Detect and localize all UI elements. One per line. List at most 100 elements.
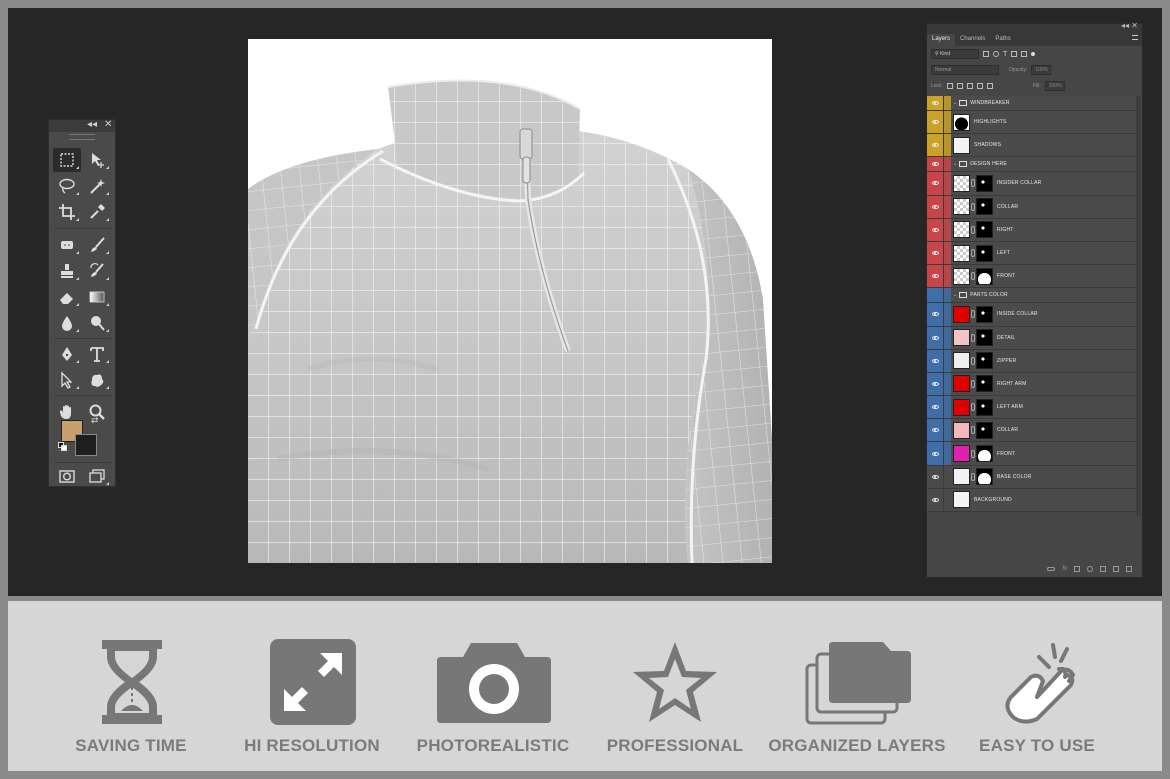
visibility-toggle[interactable] [927, 303, 943, 326]
filter-toggle-icon[interactable] [1031, 52, 1036, 56]
visibility-toggle[interactable] [927, 396, 943, 419]
layer-mask-thumbnail[interactable] [976, 421, 993, 439]
layer-row[interactable]: LEFT [927, 241, 1137, 266]
layer-row[interactable]: INSIDE COLLAR [927, 303, 1137, 327]
link-icon[interactable] [971, 426, 975, 435]
link-icon[interactable] [971, 249, 975, 258]
filter-adjustment-icon[interactable] [993, 51, 999, 57]
swap-colors-icon[interactable]: ⇄ [91, 416, 99, 426]
adjustment-layer-icon[interactable] [1087, 566, 1093, 572]
type-tool-icon[interactable] [83, 342, 111, 366]
link-icon[interactable] [971, 403, 975, 412]
layer-row[interactable]: ZIPPER [927, 349, 1137, 373]
layer-row[interactable]: RIGHT [927, 218, 1137, 242]
tab-channels[interactable]: Channels [955, 34, 990, 46]
lock-all-icon[interactable] [986, 83, 993, 89]
magic-wand-tool-icon[interactable] [83, 174, 111, 198]
visibility-toggle[interactable] [927, 241, 943, 265]
lock-artboard-icon[interactable] [976, 83, 983, 89]
layer-group-row[interactable]: ⌄ WINDBREAKER [927, 96, 1137, 111]
panel-grip[interactable] [69, 134, 95, 140]
layer-row[interactable]: FRONT [927, 265, 1137, 289]
quick-mask-icon[interactable] [53, 464, 81, 488]
lock-transparent-icon[interactable] [946, 83, 953, 89]
layer-row[interactable]: COLLAR [927, 419, 1137, 443]
layer-row[interactable]: LEFT ARM [927, 396, 1137, 420]
filter-type-icon[interactable]: T [1003, 51, 1007, 58]
fill-field[interactable]: 100% [1044, 81, 1065, 91]
lock-position-icon[interactable] [966, 83, 973, 89]
layer-mask-thumbnail[interactable] [976, 352, 993, 370]
visibility-toggle[interactable] [927, 288, 943, 303]
gradient-tool-icon[interactable] [83, 285, 111, 309]
link-icon[interactable] [971, 449, 975, 458]
layers-panel-titlebar[interactable]: ◂◂ ✕ [927, 21, 1142, 32]
layer-row[interactable]: RIGHT ARM [927, 372, 1137, 397]
layer-mask-thumbnail[interactable] [976, 445, 993, 463]
filter-shape-icon[interactable] [1011, 51, 1018, 57]
path-selection-tool-icon[interactable] [53, 368, 81, 392]
eyedropper-tool-icon[interactable] [83, 200, 111, 224]
layer-group-row[interactable]: ⌄ PARTS COLOR [927, 288, 1137, 304]
tab-layers[interactable]: Layers [927, 34, 956, 46]
lock-image-icon[interactable] [956, 83, 963, 89]
new-layer-icon[interactable] [1113, 566, 1119, 572]
link-icon[interactable] [971, 379, 975, 388]
visibility-toggle[interactable] [927, 111, 943, 134]
visibility-toggle[interactable] [927, 157, 943, 172]
layer-group-row[interactable]: ⌄ DESIGN HERE [927, 157, 1137, 173]
pen-tool-icon[interactable] [53, 342, 81, 366]
layer-mask-thumbnail[interactable] [976, 468, 993, 486]
filter-kind-select[interactable]: ⚲ Kind [931, 49, 979, 59]
layer-row[interactable]: FRONT [927, 442, 1137, 466]
visibility-toggle[interactable] [927, 465, 943, 488]
link-icon[interactable] [971, 179, 975, 188]
brush-tool-icon[interactable] [83, 233, 111, 257]
link-layers-icon[interactable] [1047, 567, 1056, 571]
layer-mask-thumbnail[interactable] [976, 398, 993, 416]
visibility-toggle[interactable] [927, 265, 943, 288]
lasso-tool-icon[interactable] [53, 174, 81, 198]
link-icon[interactable] [971, 472, 975, 481]
dodge-tool-icon[interactable] [83, 311, 111, 335]
layer-style-icon[interactable]: fx [1062, 566, 1067, 572]
link-icon[interactable] [971, 310, 975, 319]
blur-tool-icon[interactable] [53, 311, 81, 335]
document-canvas[interactable] [248, 39, 772, 563]
screen-mode-icon[interactable] [83, 464, 111, 488]
expand-group-icon[interactable]: ⌄ [953, 100, 957, 106]
layer-mask-thumbnail[interactable] [976, 329, 993, 347]
layer-mask-thumbnail[interactable] [976, 198, 993, 216]
layer-row[interactable]: BASE COLOR [927, 465, 1137, 489]
visibility-toggle[interactable] [927, 442, 943, 465]
layer-row[interactable]: BACKGROUND [927, 488, 1137, 512]
background-color-swatch[interactable] [75, 434, 97, 456]
visibility-toggle[interactable] [927, 195, 943, 218]
eraser-tool-icon[interactable] [53, 285, 81, 309]
expand-group-icon[interactable]: ⌄ [953, 161, 957, 167]
link-icon[interactable] [971, 202, 975, 211]
layer-mask-thumbnail[interactable] [976, 221, 993, 239]
close-icon[interactable]: ✕ [104, 119, 112, 130]
blend-mode-select[interactable]: Normal [931, 65, 999, 75]
layer-row[interactable]: SHADOWS [927, 134, 1137, 158]
tools-panel-titlebar[interactable]: ◂◂ ✕ [49, 119, 115, 132]
visibility-toggle[interactable] [927, 488, 943, 511]
link-icon[interactable] [971, 225, 975, 234]
history-brush-tool-icon[interactable] [83, 259, 111, 283]
link-icon[interactable] [971, 272, 975, 281]
layer-row[interactable]: COLLAR [927, 195, 1137, 219]
visibility-toggle[interactable] [927, 419, 943, 442]
filter-pixel-icon[interactable] [983, 51, 989, 57]
visibility-toggle[interactable] [927, 96, 943, 110]
trash-icon[interactable] [1126, 566, 1132, 572]
layer-mask-thumbnail[interactable] [976, 305, 993, 323]
visibility-toggle[interactable] [927, 349, 943, 372]
expand-group-icon[interactable]: ⌄ [953, 292, 957, 298]
link-icon[interactable] [971, 333, 975, 342]
visibility-toggle[interactable] [927, 326, 943, 349]
tab-paths[interactable]: Paths [990, 34, 1015, 46]
layer-row[interactable]: INSIDER COLLAR [927, 172, 1137, 196]
move-tool-icon[interactable] [83, 148, 111, 172]
visibility-toggle[interactable] [927, 372, 943, 396]
